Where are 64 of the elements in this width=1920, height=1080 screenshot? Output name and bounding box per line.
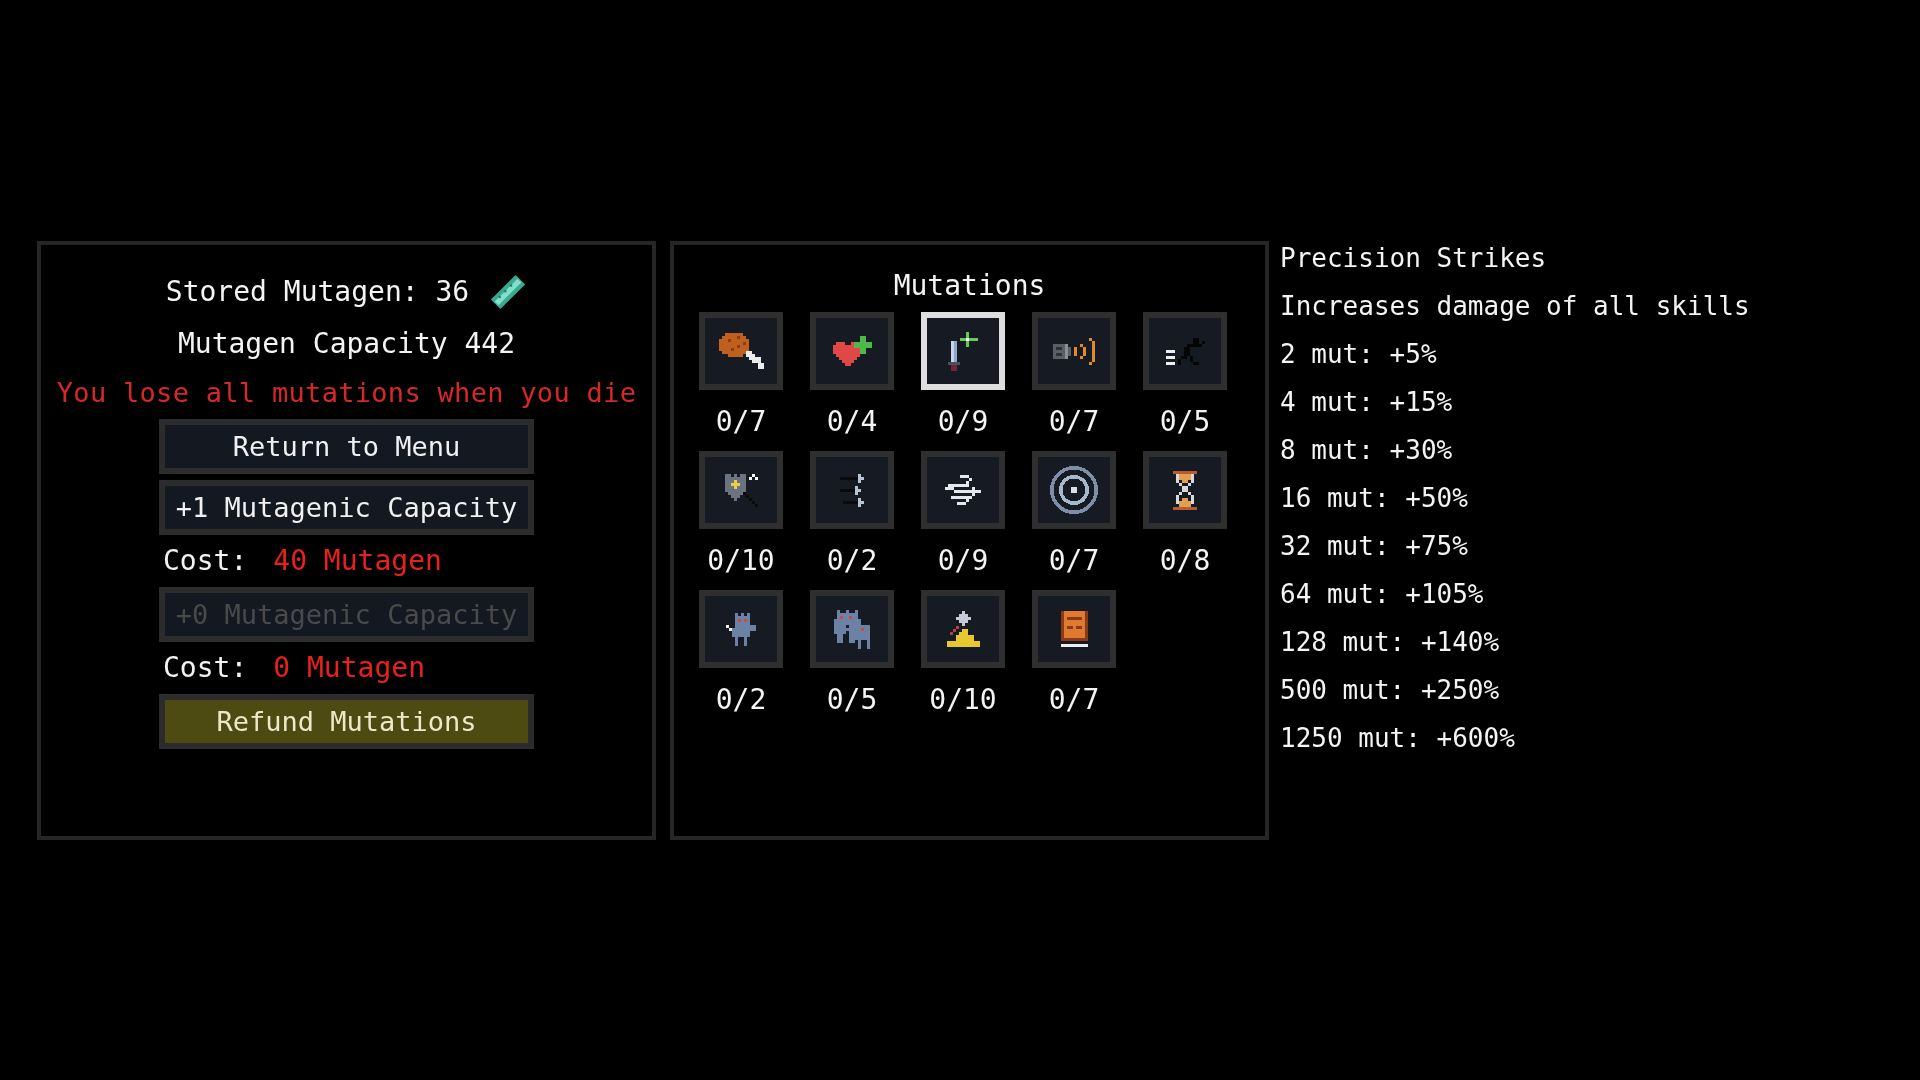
detail-title: Precision Strikes xyxy=(1280,242,1547,275)
book-icon xyxy=(1060,611,1088,647)
mutation-tile[interactable] xyxy=(1032,451,1116,529)
running-figure-icon xyxy=(1165,337,1205,365)
mutation-tile[interactable] xyxy=(810,590,894,668)
target-icon xyxy=(1050,466,1098,514)
stored-mutagen-label: Stored Mutagen: 36 xyxy=(165,274,470,310)
sword-sparkle-icon xyxy=(948,331,978,371)
detail-description: Increases damage of all skills xyxy=(1280,290,1750,323)
mutation-count: 0/7 xyxy=(1048,543,1100,579)
action-button[interactable]: Return to Menu xyxy=(159,419,534,474)
mutation-count: 0/9 xyxy=(937,543,989,579)
action-button[interactable]: +1 Mutagenic Capacity xyxy=(159,480,534,535)
mutation-count: 0/7 xyxy=(1048,404,1100,440)
creature-icon xyxy=(726,612,756,646)
hourglass-icon xyxy=(1173,470,1197,510)
tier-bonus: 2 mut: +5% xyxy=(1280,338,1438,371)
wind-icon xyxy=(945,475,981,505)
warning-text: You lose all mutations when you die xyxy=(56,376,637,410)
mutation-count: 0/2 xyxy=(826,543,878,579)
tier-bonus: 128 mut: +140% xyxy=(1280,626,1501,659)
mutation-tile[interactable] xyxy=(810,312,894,390)
tier-bonus: 1250 mut: +600% xyxy=(1280,722,1515,755)
fist-waves-icon xyxy=(1053,337,1095,365)
mutation-count: 0/5 xyxy=(826,682,878,718)
creatures-icon xyxy=(834,609,870,649)
tier-bonus: 8 mut: +30% xyxy=(1280,434,1454,467)
mutation-tile[interactable] xyxy=(921,590,1005,668)
mutation-count: 0/4 xyxy=(826,404,878,440)
tier-bonus: 16 mut: +50% xyxy=(1280,482,1469,515)
vial-icon xyxy=(489,273,528,311)
cost-value: 40 Mutagen xyxy=(273,543,442,579)
mutation-tile[interactable] xyxy=(1032,590,1116,668)
tier-bonus: 32 mut: +75% xyxy=(1280,530,1469,563)
arrows-icon xyxy=(840,473,864,507)
drumstick-icon xyxy=(718,333,764,369)
mutation-count: 0/5 xyxy=(1159,404,1211,440)
mutation-count: 0/7 xyxy=(1048,682,1100,718)
mutation-tile[interactable] xyxy=(699,312,783,390)
mutations-title: Mutations xyxy=(893,269,1046,302)
capacity-label: Mutagen Capacity 442 xyxy=(177,326,516,362)
mutation-count: 0/8 xyxy=(1159,543,1211,579)
mutation-tile[interactable] xyxy=(699,451,783,529)
mutation-tile[interactable] xyxy=(699,590,783,668)
cost-label: Cost: xyxy=(163,650,248,686)
mutation-tile[interactable] xyxy=(1032,312,1116,390)
shield-sparkle-icon xyxy=(724,473,758,507)
mutation-tile[interactable] xyxy=(1143,312,1227,390)
mutation-count: 0/2 xyxy=(715,682,767,718)
tier-bonus: 64 mut: +105% xyxy=(1280,578,1485,611)
mutation-count: 0/7 xyxy=(715,404,767,440)
mutation-tile[interactable] xyxy=(1143,451,1227,529)
mutation-tile[interactable] xyxy=(810,451,894,529)
cost-value: 0 Mutagen xyxy=(273,650,425,686)
mutation-count: 0/10 xyxy=(929,682,997,718)
mutation-count: 0/10 xyxy=(707,543,775,579)
treasure-pile-icon xyxy=(946,611,980,647)
tier-bonus: 4 mut: +15% xyxy=(1280,386,1454,419)
mutation-count: 0/9 xyxy=(937,404,989,440)
heart-plus-icon xyxy=(832,336,872,366)
mutation-tile[interactable] xyxy=(921,451,1005,529)
action-button[interactable]: Refund Mutations xyxy=(159,694,534,749)
cost-label: Cost: xyxy=(163,543,248,579)
tier-bonus: 500 mut: +250% xyxy=(1280,674,1501,707)
